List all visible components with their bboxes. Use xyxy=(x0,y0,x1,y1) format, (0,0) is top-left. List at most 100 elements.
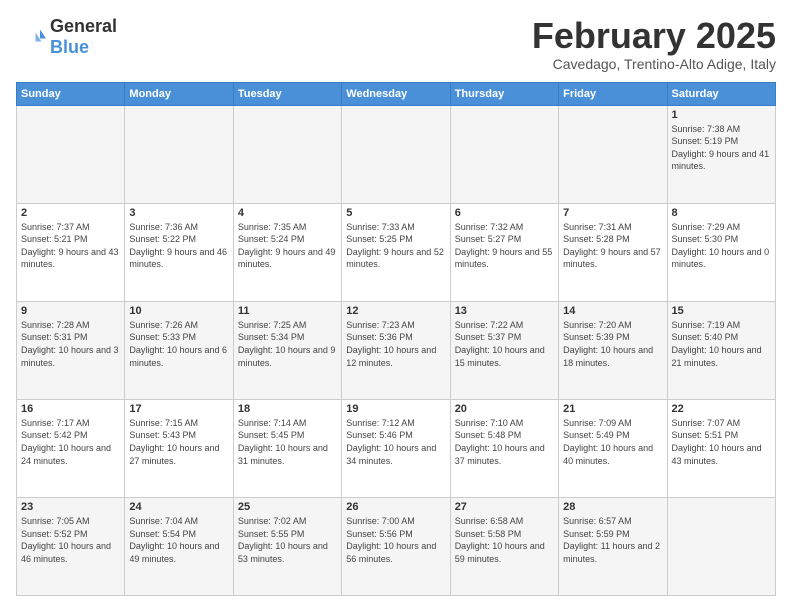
day-number: 5 xyxy=(346,207,445,219)
day-number: 14 xyxy=(563,305,662,317)
title-block: February 2025 Cavedago, Trentino-Alto Ad… xyxy=(532,16,776,72)
day-number: 7 xyxy=(563,207,662,219)
day-info: Sunrise: 7:38 AM Sunset: 5:19 PM Dayligh… xyxy=(672,123,771,173)
day-number: 22 xyxy=(672,403,771,415)
table-row: 9 Sunrise: 7:28 AM Sunset: 5:31 PM Daylig… xyxy=(17,301,125,399)
day-number: 15 xyxy=(672,305,771,317)
day-number: 19 xyxy=(346,403,445,415)
day-number: 2 xyxy=(21,207,120,219)
day-info: Sunrise: 7:02 AM Sunset: 5:55 PM Dayligh… xyxy=(238,515,337,565)
day-number: 13 xyxy=(455,305,554,317)
calendar-week-row: 9 Sunrise: 7:28 AM Sunset: 5:31 PM Daylig… xyxy=(17,301,776,399)
table-row xyxy=(233,105,341,203)
subtitle: Cavedago, Trentino-Alto Adige, Italy xyxy=(532,56,776,72)
day-info: Sunrise: 7:15 AM Sunset: 5:43 PM Dayligh… xyxy=(129,417,228,467)
day-number: 28 xyxy=(563,501,662,513)
day-number: 17 xyxy=(129,403,228,415)
day-info: Sunrise: 7:29 AM Sunset: 5:30 PM Dayligh… xyxy=(672,221,771,271)
day-number: 25 xyxy=(238,501,337,513)
header: General Blue February 2025 Cavedago, Tre… xyxy=(16,16,776,72)
day-number: 6 xyxy=(455,207,554,219)
table-row: 28 Sunrise: 6:57 AM Sunset: 5:59 PM Dayli… xyxy=(559,497,667,595)
day-number: 26 xyxy=(346,501,445,513)
table-row: 21 Sunrise: 7:09 AM Sunset: 5:49 PM Dayli… xyxy=(559,399,667,497)
table-row: 11Sunrise: 7:25 AM Sunset: 5:34 PM Dayli… xyxy=(233,301,341,399)
table-row: 24 Sunrise: 7:04 AM Sunset: 5:54 PM Dayli… xyxy=(125,497,233,595)
calendar-header-row: Sunday Monday Tuesday Wednesday Thursday… xyxy=(17,82,776,105)
day-info: Sunrise: 7:32 AM Sunset: 5:27 PM Dayligh… xyxy=(455,221,554,271)
day-info: Sunrise: 7:17 AM Sunset: 5:42 PM Dayligh… xyxy=(21,417,120,467)
table-row: 20Sunrise: 7:10 AM Sunset: 5:48 PM Dayli… xyxy=(450,399,558,497)
table-row: 25 Sunrise: 7:02 AM Sunset: 5:55 PM Dayli… xyxy=(233,497,341,595)
table-row xyxy=(559,105,667,203)
logo-general-text: General Blue xyxy=(50,16,117,58)
day-number: 9 xyxy=(21,305,120,317)
table-row xyxy=(17,105,125,203)
day-number: 8 xyxy=(672,207,771,219)
day-info: Sunrise: 6:58 AM Sunset: 5:58 PM Dayligh… xyxy=(455,515,554,565)
calendar-week-row: 16 Sunrise: 7:17 AM Sunset: 5:42 PM Dayli… xyxy=(17,399,776,497)
day-info: Sunrise: 7:04 AM Sunset: 5:54 PM Dayligh… xyxy=(129,515,228,565)
table-row: 19 Sunrise: 7:12 AM Sunset: 5:46 PM Dayli… xyxy=(342,399,450,497)
month-title: February 2025 xyxy=(532,16,776,56)
day-info: Sunrise: 7:35 AM Sunset: 5:24 PM Dayligh… xyxy=(238,221,337,271)
day-info: Sunrise: 7:31 AM Sunset: 5:28 PM Dayligh… xyxy=(563,221,662,271)
table-row: 15 Sunrise: 7:19 AM Sunset: 5:40 PM Dayli… xyxy=(667,301,775,399)
logo-icon xyxy=(16,22,46,52)
header-tuesday: Tuesday xyxy=(233,82,341,105)
table-row: 18Sunrise: 7:14 AM Sunset: 5:45 PM Dayli… xyxy=(233,399,341,497)
day-info: Sunrise: 7:37 AM Sunset: 5:21 PM Dayligh… xyxy=(21,221,120,271)
table-row xyxy=(450,105,558,203)
day-info: Sunrise: 6:57 AM Sunset: 5:59 PM Dayligh… xyxy=(563,515,662,565)
day-number: 10 xyxy=(129,305,228,317)
table-row: 27 Sunrise: 6:58 AM Sunset: 5:58 PM Dayli… xyxy=(450,497,558,595)
logo: General Blue xyxy=(16,16,117,58)
table-row: 13 Sunrise: 7:22 AM Sunset: 5:37 PM Dayli… xyxy=(450,301,558,399)
table-row: 14 Sunrise: 7:20 AM Sunset: 5:39 PM Dayli… xyxy=(559,301,667,399)
day-info: Sunrise: 7:05 AM Sunset: 5:52 PM Dayligh… xyxy=(21,515,120,565)
day-number: 16 xyxy=(21,403,120,415)
day-number: 21 xyxy=(563,403,662,415)
day-number: 27 xyxy=(455,501,554,513)
table-row: 10 Sunrise: 7:26 AM Sunset: 5:33 PM Dayli… xyxy=(125,301,233,399)
day-number: 23 xyxy=(21,501,120,513)
table-row: 23 Sunrise: 7:05 AM Sunset: 5:52 PM Dayli… xyxy=(17,497,125,595)
header-monday: Monday xyxy=(125,82,233,105)
header-friday: Friday xyxy=(559,82,667,105)
day-info: Sunrise: 7:20 AM Sunset: 5:39 PM Dayligh… xyxy=(563,319,662,369)
day-info: Sunrise: 7:09 AM Sunset: 5:49 PM Dayligh… xyxy=(563,417,662,467)
day-number: 24 xyxy=(129,501,228,513)
day-number: 12 xyxy=(346,305,445,317)
table-row: 16 Sunrise: 7:17 AM Sunset: 5:42 PM Dayli… xyxy=(17,399,125,497)
header-wednesday: Wednesday xyxy=(342,82,450,105)
day-info: Sunrise: 7:25 AM Sunset: 5:34 PM Dayligh… xyxy=(238,319,337,369)
table-row: 6 Sunrise: 7:32 AM Sunset: 5:27 PM Daylig… xyxy=(450,203,558,301)
table-row xyxy=(342,105,450,203)
table-row: 1 Sunrise: 7:38 AM Sunset: 5:19 PM Daylig… xyxy=(667,105,775,203)
table-row: 3Sunrise: 7:36 AM Sunset: 5:22 PM Daylig… xyxy=(125,203,233,301)
day-info: Sunrise: 7:07 AM Sunset: 5:51 PM Dayligh… xyxy=(672,417,771,467)
table-row: 7 Sunrise: 7:31 AM Sunset: 5:28 PM Daylig… xyxy=(559,203,667,301)
day-info: Sunrise: 7:23 AM Sunset: 5:36 PM Dayligh… xyxy=(346,319,445,369)
day-info: Sunrise: 7:22 AM Sunset: 5:37 PM Dayligh… xyxy=(455,319,554,369)
table-row: 26 Sunrise: 7:00 AM Sunset: 5:56 PM Dayli… xyxy=(342,497,450,595)
table-row: 2 Sunrise: 7:37 AM Sunset: 5:21 PM Daylig… xyxy=(17,203,125,301)
calendar-table: Sunday Monday Tuesday Wednesday Thursday… xyxy=(16,82,776,596)
day-info: Sunrise: 7:36 AM Sunset: 5:22 PM Dayligh… xyxy=(129,221,228,271)
table-row: 12 Sunrise: 7:23 AM Sunset: 5:36 PM Dayli… xyxy=(342,301,450,399)
day-info: Sunrise: 7:26 AM Sunset: 5:33 PM Dayligh… xyxy=(129,319,228,369)
day-info: Sunrise: 7:19 AM Sunset: 5:40 PM Dayligh… xyxy=(672,319,771,369)
day-info: Sunrise: 7:12 AM Sunset: 5:46 PM Dayligh… xyxy=(346,417,445,467)
header-saturday: Saturday xyxy=(667,82,775,105)
day-number: 18 xyxy=(238,403,337,415)
calendar-week-row: 2 Sunrise: 7:37 AM Sunset: 5:21 PM Daylig… xyxy=(17,203,776,301)
day-number: 1 xyxy=(672,109,771,121)
day-number: 20 xyxy=(455,403,554,415)
calendar-week-row: 23 Sunrise: 7:05 AM Sunset: 5:52 PM Dayli… xyxy=(17,497,776,595)
day-info: Sunrise: 7:33 AM Sunset: 5:25 PM Dayligh… xyxy=(346,221,445,271)
calendar-week-row: 1 Sunrise: 7:38 AM Sunset: 5:19 PM Daylig… xyxy=(17,105,776,203)
table-row: 17 Sunrise: 7:15 AM Sunset: 5:43 PM Dayli… xyxy=(125,399,233,497)
day-info: Sunrise: 7:28 AM Sunset: 5:31 PM Dayligh… xyxy=(21,319,120,369)
table-row: 8 Sunrise: 7:29 AM Sunset: 5:30 PM Daylig… xyxy=(667,203,775,301)
day-info: Sunrise: 7:00 AM Sunset: 5:56 PM Dayligh… xyxy=(346,515,445,565)
